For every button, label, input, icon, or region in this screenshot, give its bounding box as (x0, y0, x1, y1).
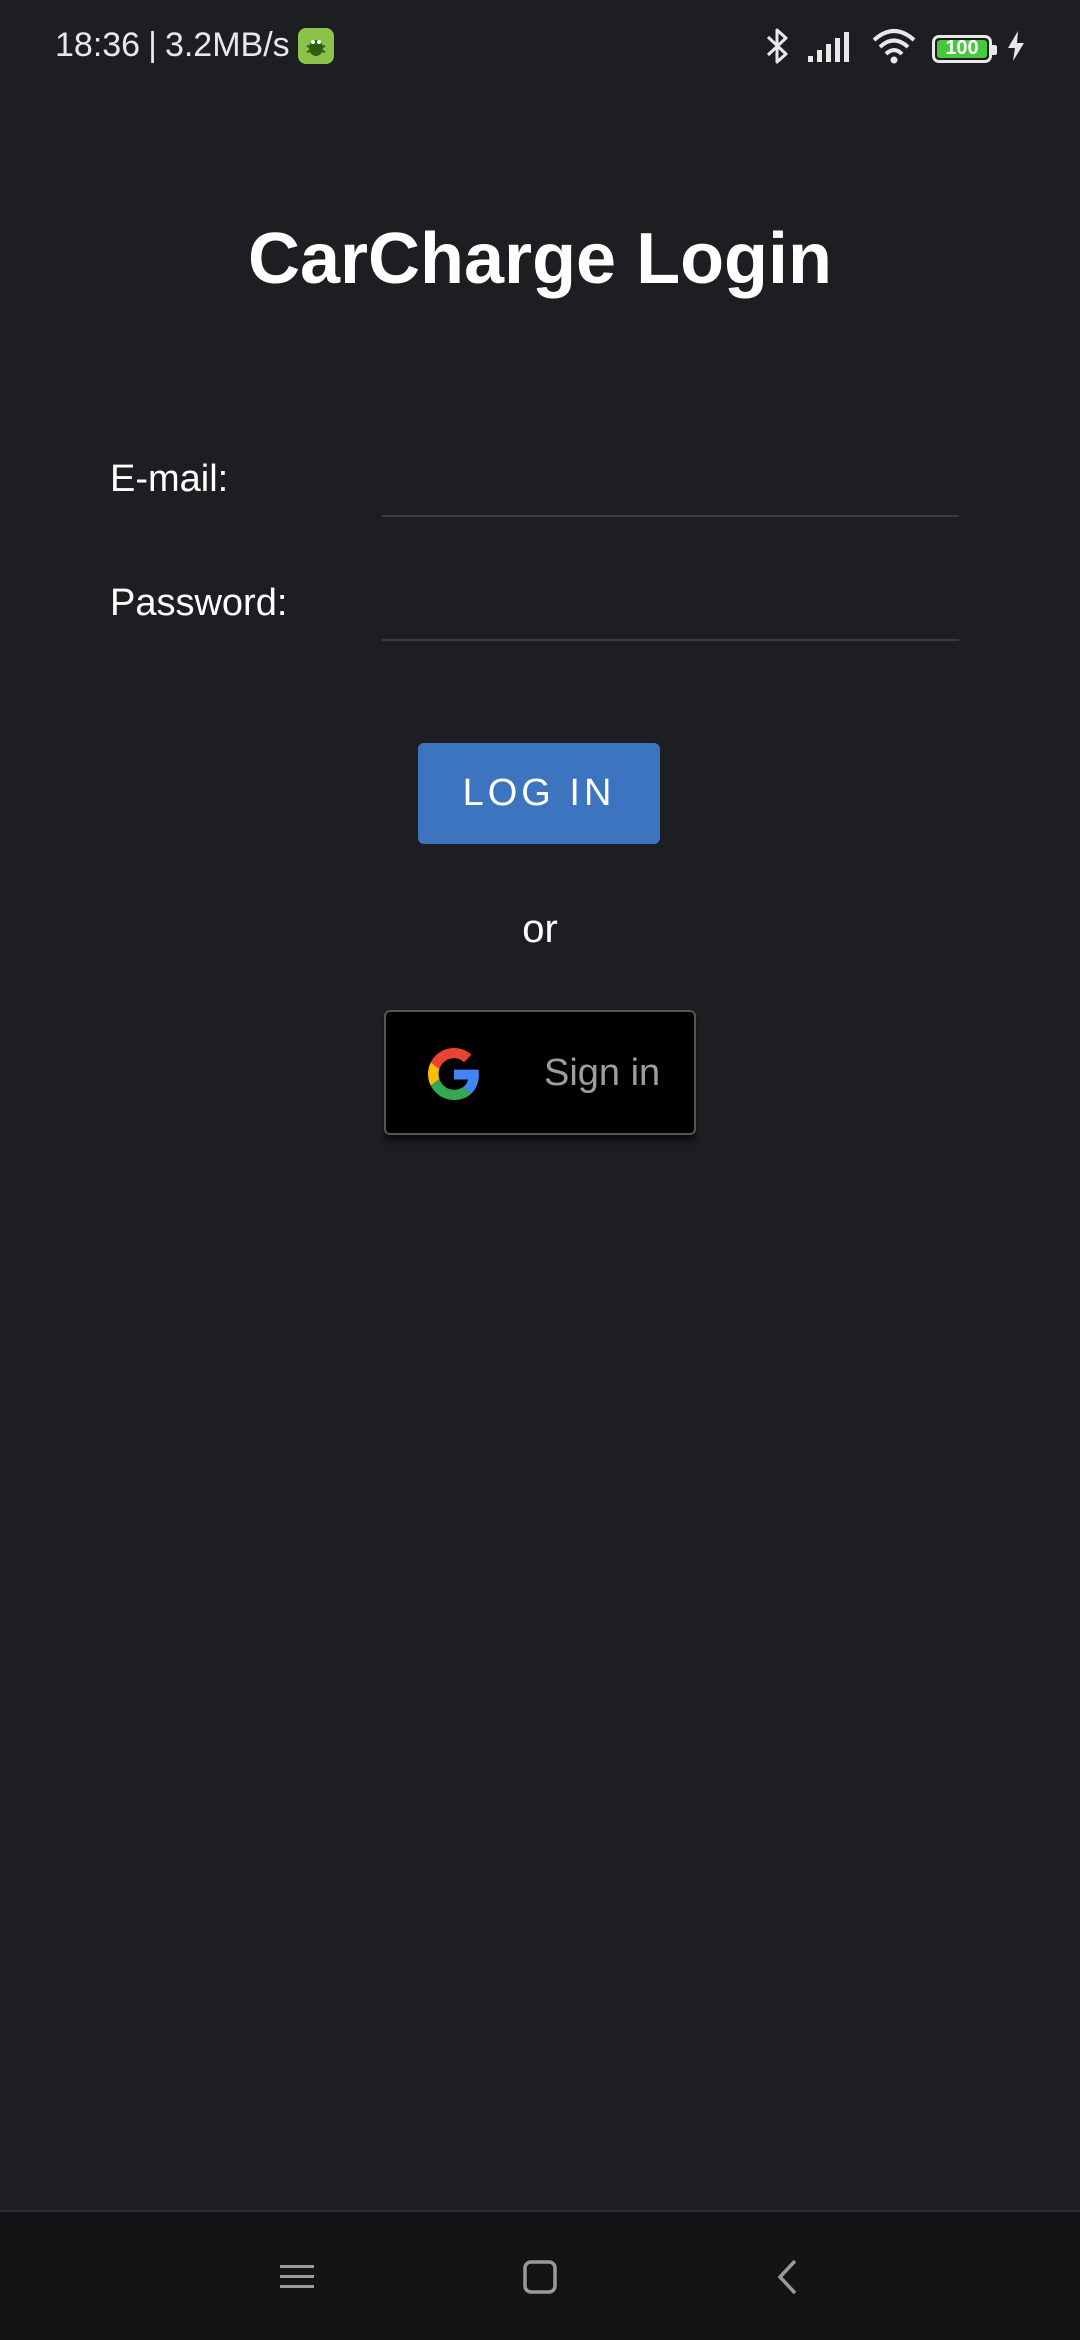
wifi-icon (870, 26, 918, 71)
home-icon[interactable] (515, 2252, 565, 2302)
navigation-bar (0, 2210, 1080, 2340)
network-speed: 3.2MB/s (164, 26, 290, 64)
back-icon[interactable] (762, 2252, 812, 2302)
status-time: 18:36 (55, 26, 141, 64)
google-sign-in-label: Sign in (544, 1052, 661, 1094)
google-icon (428, 1048, 480, 1100)
status-separator: | (148, 26, 157, 64)
bug-icon (297, 27, 334, 64)
password-field[interactable] (382, 579, 959, 641)
status-bar: 18:36 | 3.2MB/s 100 (0, 0, 1080, 96)
status-left: 18:36 | 3.2MB/s (55, 26, 334, 65)
page-title: CarCharge Login (247, 219, 833, 299)
charging-icon (1006, 30, 1026, 67)
password-label: Password: (110, 582, 288, 624)
bluetooth-icon (762, 26, 792, 71)
signal-icon (806, 28, 856, 69)
google-sign-in-button[interactable]: Sign in (384, 1010, 696, 1135)
email-label: E-mail: (110, 458, 229, 500)
status-right: 100 (762, 26, 1026, 71)
login-button[interactable]: LOG IN (418, 743, 660, 844)
battery-icon: 100 (932, 34, 997, 63)
menu-icon[interactable] (272, 2252, 322, 2302)
or-divider-text: or (522, 907, 558, 951)
email-field[interactable] (382, 455, 959, 517)
battery-level: 100 (945, 37, 979, 59)
